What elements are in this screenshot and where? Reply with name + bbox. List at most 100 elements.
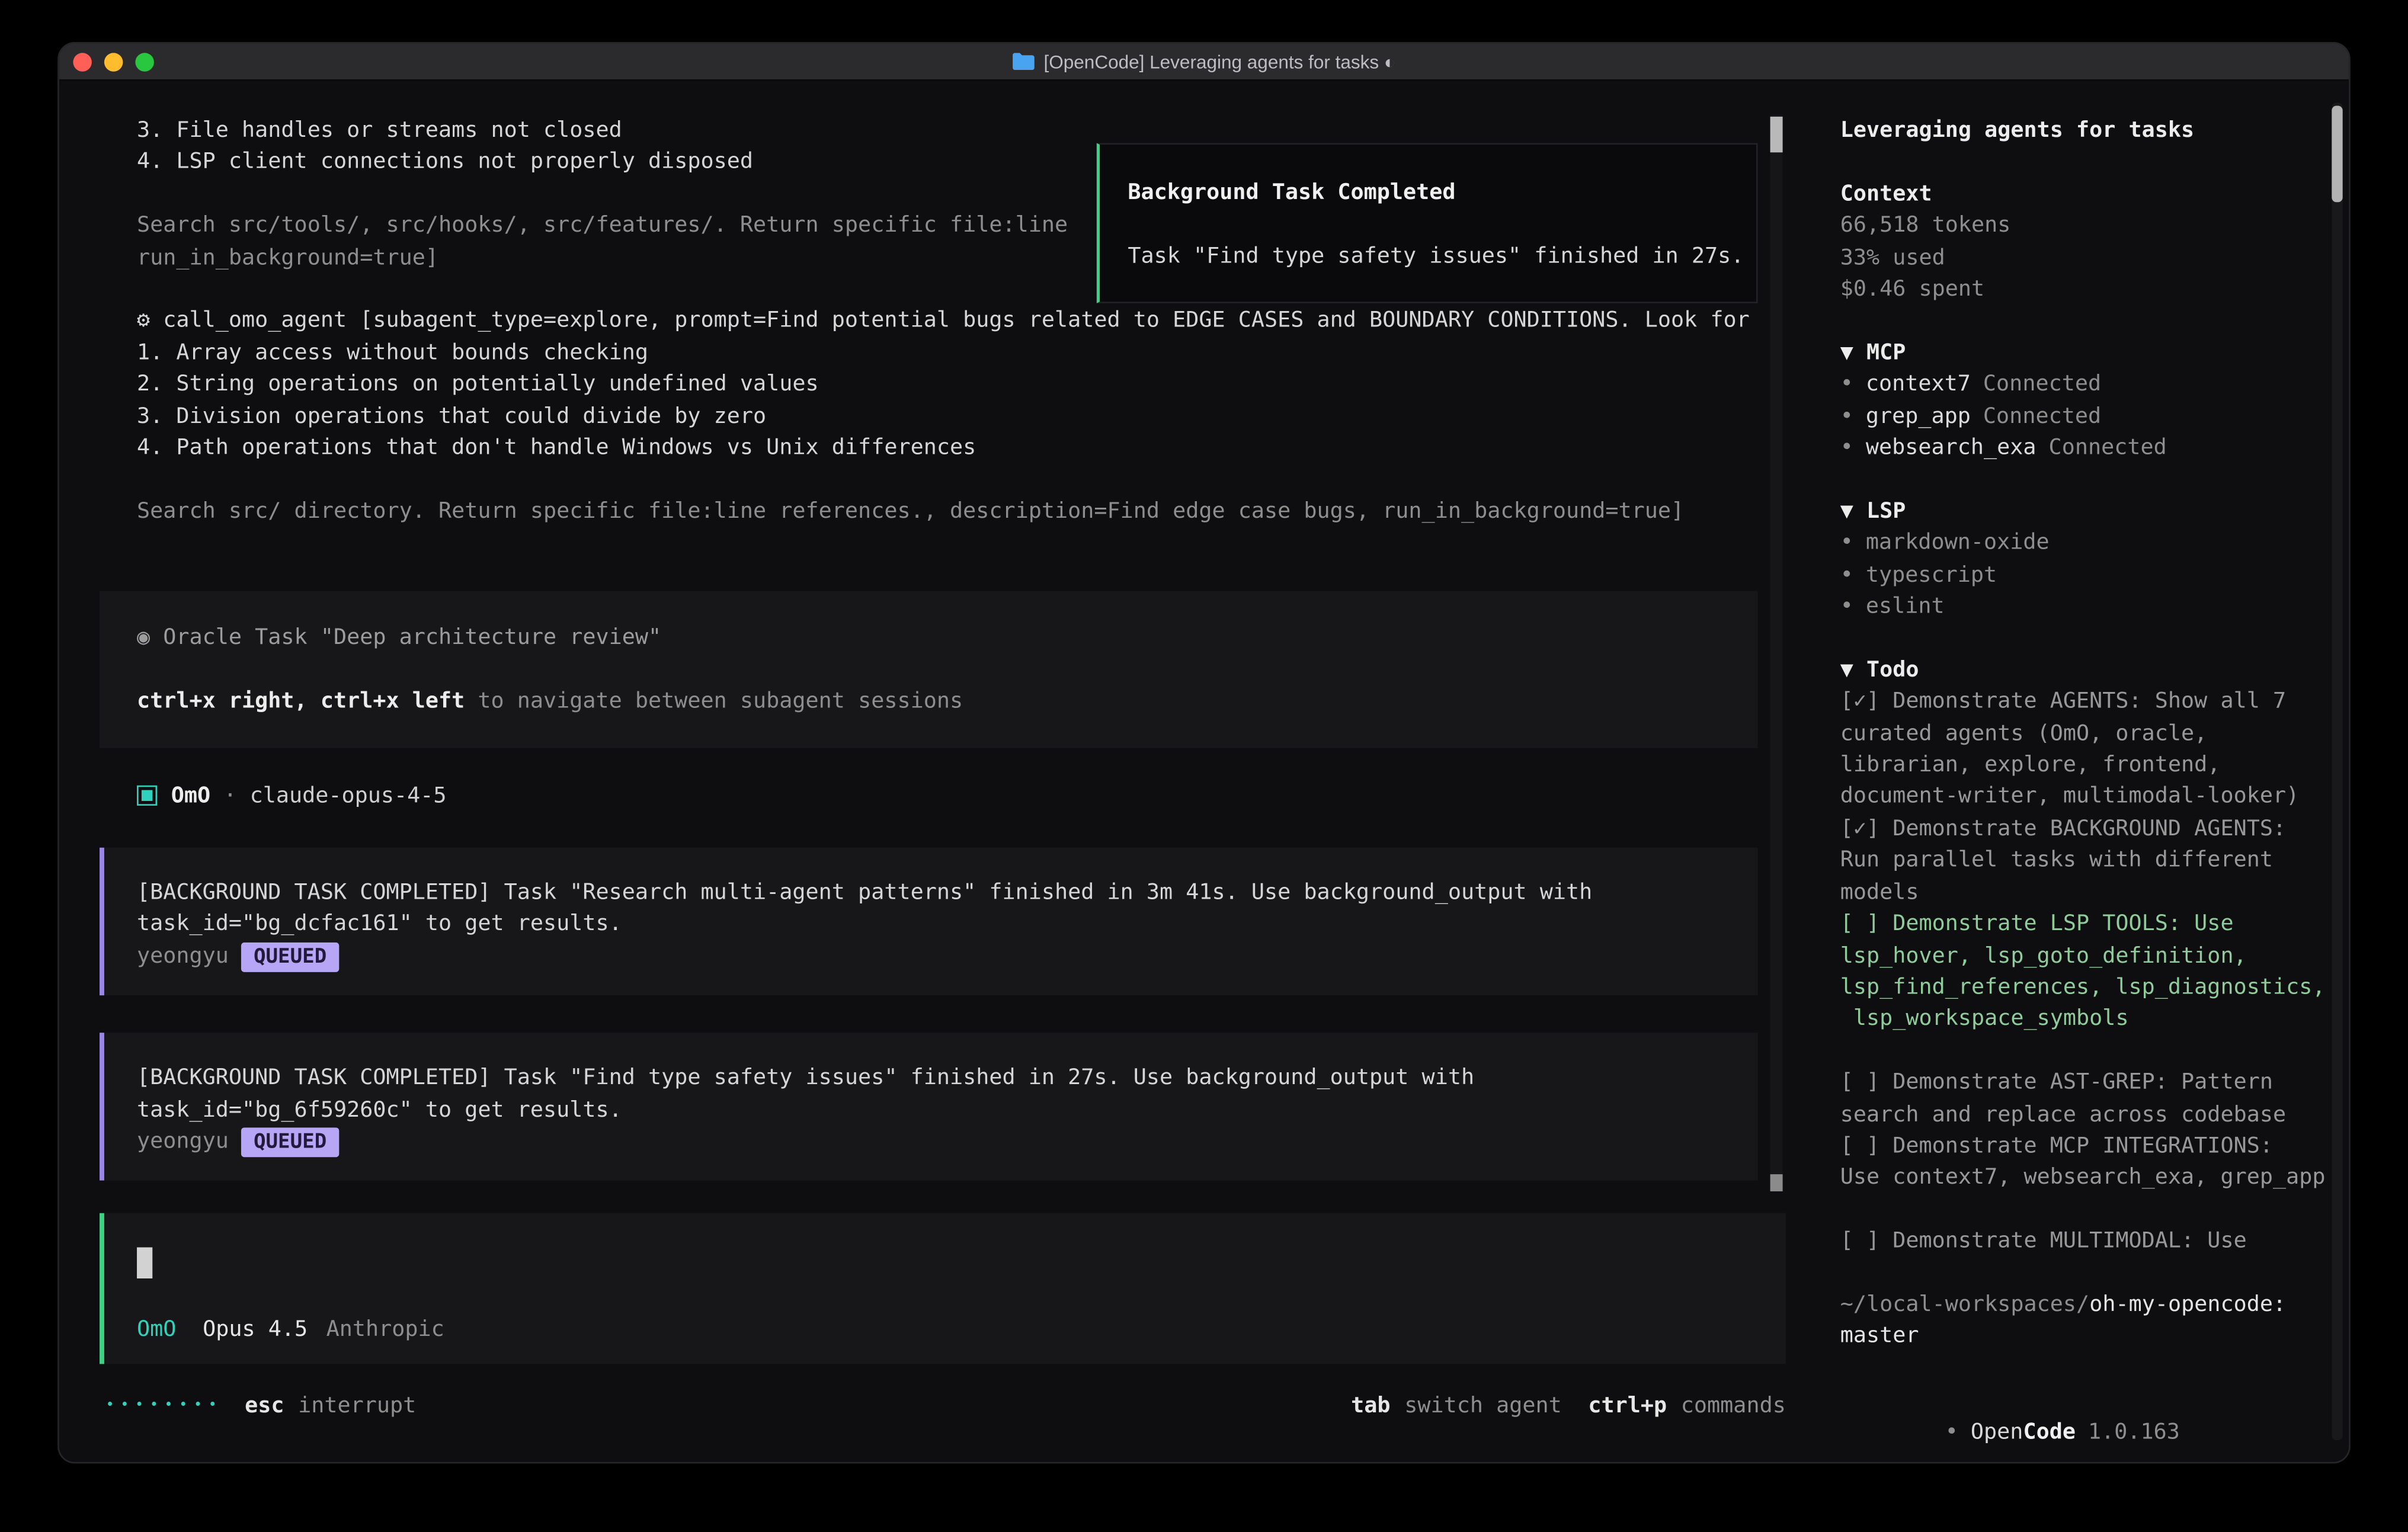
mcp-heading[interactable]: ▼ MCP <box>1840 337 2326 369</box>
queued-badge: QUEUED <box>241 942 339 972</box>
log-block-tool-call: ⚙ call_omo_agent [subagent_type=explore,… <box>137 306 1817 464</box>
mcp-item-grep-app: • grep_app Connected <box>1840 400 2326 432</box>
lsp-item-markdown-oxide: • markdown-oxide <box>1840 528 2326 560</box>
lsp-name: eslint <box>1866 594 1945 619</box>
workspace-branch: master <box>1840 1321 2326 1353</box>
lsp-item-eslint: • eslint <box>1840 591 2326 623</box>
sidebar-scrollbar-thumb[interactable] <box>2332 106 2342 203</box>
mcp-status: Connected <box>1983 404 2101 429</box>
oracle-task-title: ◉ Oracle Task "Deep architecture review" <box>137 622 1721 654</box>
agent-square-icon <box>137 786 157 806</box>
folder-icon <box>1013 53 1035 70</box>
screen: [OpenCode] Leveraging agents for tasks ◐… <box>0 0 2408 1532</box>
text-cursor <box>137 1248 152 1280</box>
background-task-message-2[interactable]: [BACKGROUND TASK COMPLETED] Task "Find t… <box>100 1033 1758 1181</box>
todo-heading[interactable]: ▼ Todo <box>1840 655 2326 687</box>
log-block-search-prompt-2: Search src/ directory. Return specific f… <box>137 496 1817 528</box>
mcp-name: context7 <box>1866 372 1971 397</box>
lsp-name: typescript <box>1866 562 1997 587</box>
toast-title: Background Task Completed <box>1128 177 1740 209</box>
close-button[interactable] <box>73 52 92 71</box>
bullet-icon: • <box>1945 1419 1958 1444</box>
status-left: •••••••• esc interrupt <box>106 1390 417 1422</box>
bullet-icon: • <box>1840 594 1853 619</box>
lsp-heading[interactable]: ▼ LSP <box>1840 496 2326 528</box>
prompt-input[interactable]: OmO Opus 4.5 Anthropic <box>100 1214 1786 1365</box>
mcp-name: grep_app <box>1866 404 1971 429</box>
bullet-icon: • <box>1840 372 1853 397</box>
workspace-path: ~/local-workspaces/oh-my-opencode: <box>1840 1289 2326 1321</box>
agent-session-row[interactable]: OmO · claude-opus-4-5 <box>137 780 1817 812</box>
hint-text: to navigate between subagent sessions <box>465 689 963 714</box>
message-text: [BACKGROUND TASK COMPLETED] Task "Find t… <box>137 1063 1721 1126</box>
todo-item-mcp-integrations: [ ] Demonstrate MCP INTEGRATIONS: Use co… <box>1840 1130 2326 1194</box>
mcp-name: websearch_exa <box>1866 435 2036 460</box>
bullet-icon: • <box>1840 562 1853 587</box>
scrollbar-thumb-top[interactable] <box>1770 117 1783 152</box>
traffic-lights <box>73 44 154 79</box>
window-title: [OpenCode] Leveraging agents for tasks ◐ <box>1043 52 1395 71</box>
queued-badge: QUEUED <box>241 1127 339 1157</box>
workspace-section: ~/local-workspaces/oh-my-opencode: maste… <box>1840 1289 2326 1352</box>
input-meta-row: OmO Opus 4.5 Anthropic <box>137 1315 1749 1347</box>
scrollbar-thumb-bottom[interactable] <box>1770 1174 1783 1191</box>
minimize-button[interactable] <box>104 52 123 71</box>
mcp-item-websearch-exa: • websearch_exa Connected <box>1840 432 2326 464</box>
mcp-status: Connected <box>1983 372 2101 397</box>
context-stats: 66,518 tokens 33% used $0.46 spent <box>1840 210 2326 306</box>
bullet-icon: • <box>1840 404 1853 429</box>
toast-body: Task "Find type safety issues" finished … <box>1128 241 1740 273</box>
message-meta: yeongyu QUEUED <box>137 1126 1721 1158</box>
app-version-row: • OpenCode 1.0.163 <box>1840 1384 2326 1462</box>
window-title-group: [OpenCode] Leveraging agents for tasks ◐ <box>1013 52 1395 71</box>
app-version: 1.0.163 <box>2088 1419 2180 1444</box>
lsp-item-typescript: • typescript <box>1840 559 2326 591</box>
background-task-toast: Background Task Completed Task "Find typ… <box>1097 143 1758 303</box>
subagent-nav-hint: ctrl+x right, ctrl+x left to navigate be… <box>137 685 1721 717</box>
ctrlp-key-label: commands <box>1681 1390 1786 1422</box>
agent-separator: · <box>210 780 249 812</box>
message-author: yeongyu <box>137 1126 229 1158</box>
zoom-button[interactable] <box>135 52 154 71</box>
esc-key-hint: esc <box>245 1390 284 1422</box>
app-name-bold: Code <box>2023 1419 2076 1444</box>
terminal-window: [OpenCode] Leveraging agents for tasks ◐… <box>59 44 2349 1462</box>
bullet-icon: • <box>1840 435 1853 460</box>
input-model-name[interactable]: Opus 4.5 <box>203 1315 308 1347</box>
sidebar-scrollbar[interactable] <box>2332 102 2342 1440</box>
todo-item-agents: [✓] Demonstrate AGENTS: Show all 7 curat… <box>1840 686 2326 813</box>
tab-key-label: switch agent <box>1404 1390 1562 1422</box>
todo-item-ast-grep: [ ] Demonstrate AST-GREP: Pattern search… <box>1840 1067 2326 1130</box>
context-section: Context 66,518 tokens 33% used $0.46 spe… <box>1840 178 2326 305</box>
workspace-path-prefix: ~/local-workspaces/ <box>1840 1292 2089 1317</box>
bullet-icon: • <box>1840 531 1853 556</box>
status-bar: •••••••• esc interrupt tab switch agent … <box>106 1390 1786 1422</box>
input-agent-name: OmO <box>137 1315 176 1347</box>
status-right: tab switch agent ctrl+p commands <box>1351 1390 1786 1422</box>
background-task-message-1[interactable]: [BACKGROUND TASK COMPLETED] Task "Resear… <box>100 848 1758 996</box>
lsp-section: ▼ LSP • markdown-oxide • typescript • eslin… <box>1840 496 2326 623</box>
ctrlp-key-hint: ctrl+p <box>1588 1390 1667 1422</box>
agent-name: OmO <box>171 780 210 812</box>
workspace-repo-name: oh-my-opencode: <box>2089 1292 2286 1317</box>
mcp-section: ▼ MCP • context7 Connected • grep_app Connec… <box>1840 337 2326 464</box>
session-sidebar: Leveraging agents for tasks Context 66,5… <box>1817 81 2349 1462</box>
hint-keys: ctrl+x right, ctrl+x left <box>137 689 465 714</box>
spinner-dots: •••••••• <box>106 1390 223 1422</box>
todo-section: ▼ Todo [✓] Demonstrate AGENTS: Show all … <box>1840 655 2326 1258</box>
agent-model: claude-opus-4-5 <box>250 780 447 812</box>
todo-item-multimodal: [ ] Demonstrate MULTIMODAL: Use <box>1840 1226 2326 1258</box>
message-text: [BACKGROUND TASK COMPLETED] Task "Resear… <box>137 877 1721 941</box>
message-author: yeongyu <box>137 941 229 973</box>
window-titlebar[interactable]: [OpenCode] Leveraging agents for tasks ◐ <box>59 44 2349 81</box>
input-provider-name: Anthropic <box>326 1315 444 1347</box>
main-scrollbar[interactable] <box>1770 115 1783 1191</box>
mcp-item-context7: • context7 Connected <box>1840 369 2326 401</box>
todo-item-background-agents: [✓] Demonstrate BACKGROUND AGENTS: Run p… <box>1840 813 2326 909</box>
app-name-light: Open <box>1971 1419 2023 1444</box>
mcp-status: Connected <box>2049 435 2167 460</box>
oracle-task-panel[interactable]: ◉ Oracle Task "Deep architecture review"… <box>100 591 1758 749</box>
esc-key-label: interrupt <box>298 1390 416 1422</box>
lsp-name: markdown-oxide <box>1866 531 2050 556</box>
message-meta: yeongyu QUEUED <box>137 941 1721 973</box>
